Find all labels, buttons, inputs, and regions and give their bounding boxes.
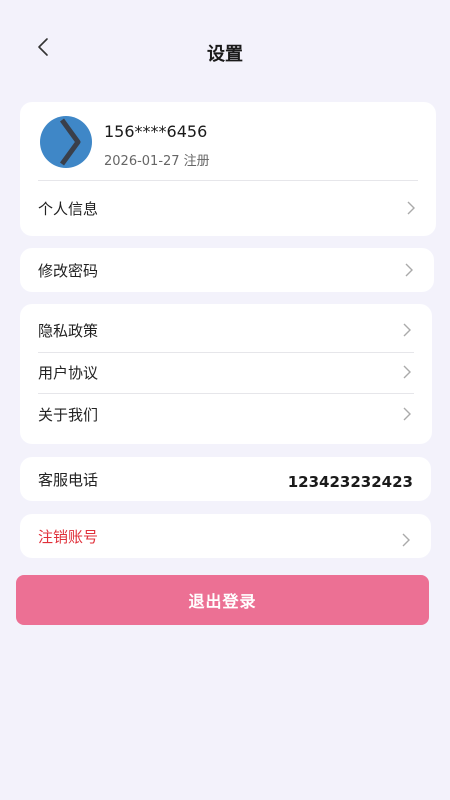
- divider: [38, 180, 418, 181]
- header: 设置: [0, 0, 450, 100]
- privacy-policy-label: 隐私政策: [38, 321, 99, 340]
- chevron-right-icon: [400, 407, 414, 421]
- user-agreement-row[interactable]: 用户协议: [38, 352, 414, 392]
- cancel-account-label: 注销账号: [38, 527, 99, 546]
- personal-info-row[interactable]: 个人信息: [38, 190, 418, 226]
- profile-card: 156****6456 2026-01-27 注册 个人信息: [20, 102, 436, 236]
- avatar[interactable]: [40, 116, 92, 168]
- logout-button[interactable]: 退出登录: [16, 575, 429, 625]
- about-us-label: 关于我们: [38, 405, 99, 424]
- cancel-account-row[interactable]: 注销账号: [38, 514, 413, 558]
- service-phone-label: 客服电话: [38, 470, 99, 489]
- user-agreement-label: 用户协议: [38, 363, 99, 382]
- user-phone: 156****6456: [104, 122, 208, 141]
- service-card: 客服电话 123423232423: [20, 457, 431, 501]
- privacy-policy-row[interactable]: 隐私政策: [38, 310, 414, 350]
- chevron-right-icon: [400, 365, 414, 379]
- register-date: 2026-01-27 注册: [104, 154, 210, 169]
- chevron-right-icon: [400, 323, 414, 337]
- password-card: 修改密码: [20, 248, 434, 292]
- change-password-label: 修改密码: [38, 261, 99, 280]
- page-title: 设置: [207, 44, 243, 65]
- service-phone-number: 123423232423: [287, 473, 413, 491]
- personal-info-label: 个人信息: [38, 199, 99, 218]
- chevron-right-icon: [399, 533, 413, 547]
- legal-card: 隐私政策 用户协议 关于我们: [20, 304, 432, 444]
- service-phone-row[interactable]: 客服电话 123423232423: [38, 457, 413, 501]
- about-us-row[interactable]: 关于我们: [38, 393, 414, 435]
- cancel-account-card: 注销账号: [20, 514, 431, 558]
- change-password-row[interactable]: 修改密码: [38, 248, 416, 292]
- settings-screen: 设置 156****6456 2026-01-27 注册 个人信息 修改密码 隐…: [0, 0, 450, 800]
- chevron-right-icon: [404, 201, 418, 215]
- chevron-right-icon: [402, 263, 416, 277]
